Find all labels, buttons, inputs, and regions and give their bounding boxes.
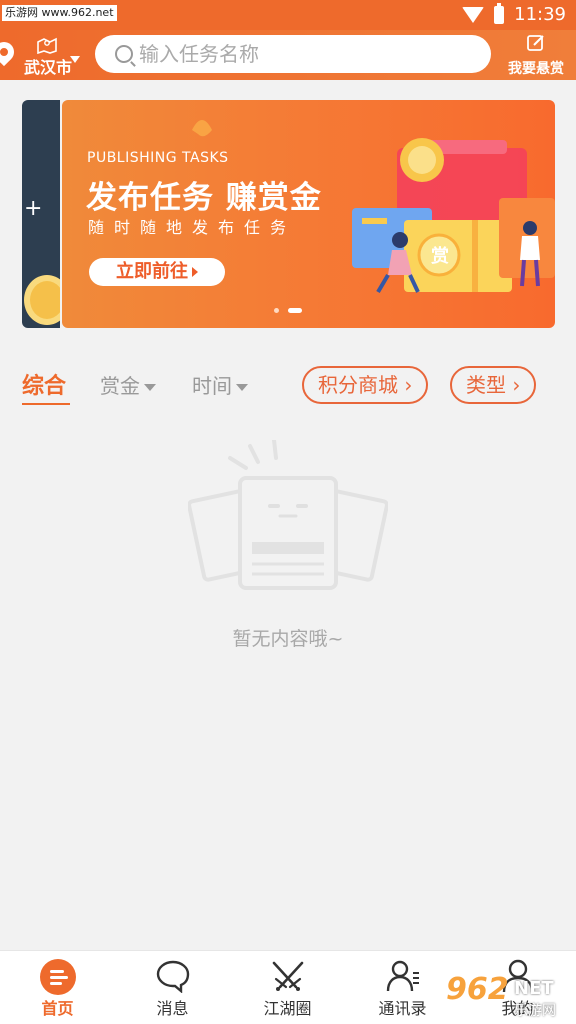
watermark-number: 962 (446, 972, 509, 1007)
top-header: 武汉市 我要悬赏 (0, 30, 576, 80)
city-label: 武汉市 (24, 58, 73, 77)
filter-time-dropdown[interactable]: 时间 (192, 370, 248, 399)
type-filter-label: 类型 (466, 373, 506, 397)
banner-title: 发布任务 赚赏金 (86, 180, 322, 216)
watermark-name: 乐游网 (514, 1003, 556, 1019)
search-bar[interactable] (95, 35, 491, 73)
previous-banner-slide[interactable]: + (22, 100, 60, 328)
banner-description: 随时随地发布任务 (88, 218, 297, 237)
battery-icon (494, 2, 505, 24)
carousel-dot[interactable] (274, 308, 279, 313)
tab-messages[interactable]: 消息 (115, 951, 230, 1024)
banner-badge: 赏 (431, 246, 449, 267)
map-icon (37, 37, 57, 54)
tab-contacts-label: 通讯录 (378, 999, 427, 1018)
status-bar: 乐游网 www.962.net 11:39 (0, 0, 576, 30)
points-mall-label: 积分商城 (318, 373, 398, 397)
banner-cta-button[interactable]: 立即前往 (89, 258, 225, 286)
status-time: 11:39 (514, 4, 566, 25)
type-filter-button[interactable]: 类型 › (450, 366, 537, 404)
watermark-bottom: 962 NET 乐游网 (444, 972, 572, 1020)
play-arrow-icon (192, 267, 198, 277)
caret-down-icon (236, 384, 248, 391)
location-pin-icon (0, 37, 19, 67)
filter-reward-label: 赏金 (100, 374, 140, 398)
empty-state-text: 暂无内容哦~ (232, 628, 344, 650)
wifi-icon (462, 6, 485, 23)
crossed-swords-icon (272, 961, 304, 991)
filter-tab-comprehensive[interactable]: 综合 (22, 368, 66, 400)
search-input[interactable] (139, 42, 469, 66)
chevron-down-icon (70, 56, 80, 63)
banner-slide[interactable]: PUBLISHING TASKS 发布任务 赚赏金 随时随地发布任务 赏 立即前… (62, 100, 555, 328)
filter-time-label: 时间 (192, 374, 232, 398)
tab-jianghu[interactable]: 江湖圈 (230, 951, 345, 1024)
coin-icon (24, 275, 60, 325)
post-reward-button[interactable]: 我要悬赏 (504, 32, 568, 77)
points-mall-button[interactable]: 积分商城 › (302, 366, 429, 404)
caret-down-icon (144, 384, 156, 391)
home-list-icon (40, 959, 76, 995)
filter-bar: 综合 赏金 时间 积分商城 › 类型 › (0, 360, 576, 410)
city-selector[interactable]: 武汉市 (22, 36, 84, 77)
tab-jianghu-label: 江湖圈 (263, 999, 312, 1018)
post-reward-label: 我要悬赏 (508, 61, 564, 77)
active-tab-underline (22, 403, 70, 405)
banner-subtitle: PUBLISHING TASKS (87, 150, 229, 166)
watermark-net: NET (514, 978, 554, 999)
tab-home-label: 首页 (41, 999, 74, 1018)
filter-reward-dropdown[interactable]: 赏金 (100, 370, 156, 399)
sparkle-icon: + (24, 196, 43, 221)
chat-bubble-icon (156, 960, 190, 993)
tab-contacts[interactable]: 通讯录 (345, 951, 460, 1024)
carousel-dot-active[interactable] (288, 308, 302, 313)
contacts-icon (386, 960, 419, 992)
status-icons: 11:39 (462, 2, 566, 25)
empty-document-icon (188, 440, 388, 590)
tab-home[interactable]: 首页 (0, 951, 115, 1024)
banner-cta-label: 立即前往 (116, 261, 188, 282)
tab-messages-label: 消息 (156, 999, 189, 1018)
search-icon (115, 45, 133, 63)
edit-icon (527, 35, 544, 51)
watermark-top: 乐游网 www.962.net (2, 5, 117, 21)
